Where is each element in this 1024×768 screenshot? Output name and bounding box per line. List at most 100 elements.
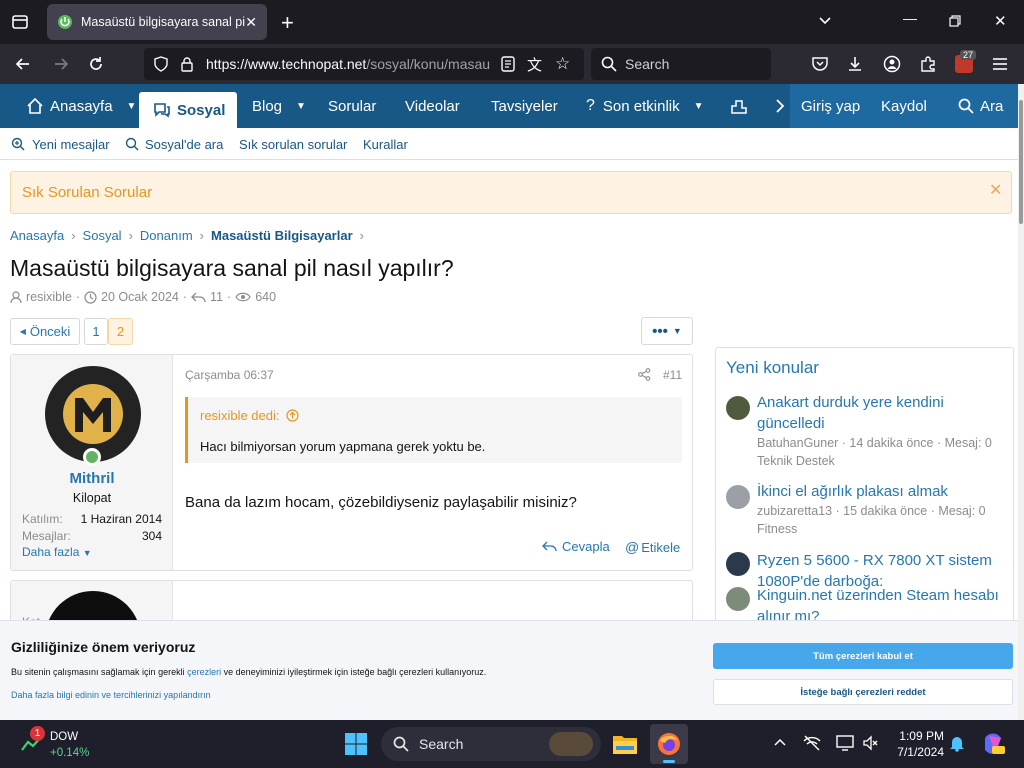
account-icon[interactable] xyxy=(883,55,901,73)
breadcrumb-home[interactable]: Anasayfa xyxy=(10,228,64,243)
chevron-down-icon[interactable]: ▼ xyxy=(296,101,306,112)
avatar[interactable] xyxy=(726,485,750,509)
volume-muted-icon[interactable] xyxy=(862,735,878,751)
thread-author[interactable]: resixible xyxy=(26,290,72,304)
share-icon[interactable] xyxy=(638,368,651,381)
taskbar-search[interactable]: Search xyxy=(381,727,601,761)
page-title: Masaüstü bilgisayara sanal pil nasıl yap… xyxy=(10,255,454,281)
back-arrow-icon[interactable] xyxy=(14,55,32,73)
taskbar-firefox-active[interactable] xyxy=(650,724,688,764)
faq-link[interactable]: Sık sorulan sorular xyxy=(239,128,347,160)
browser-search-box[interactable]: Search xyxy=(591,48,771,80)
eye-icon xyxy=(235,291,251,303)
network-icon[interactable] xyxy=(803,735,821,751)
tab-close-icon[interactable]: ✕ xyxy=(245,14,257,31)
register-link[interactable]: Kaydol xyxy=(881,84,927,128)
stock-ticker[interactable]: DOW +0.14% xyxy=(50,729,89,761)
breadcrumb-social[interactable]: Sosyal xyxy=(83,228,122,243)
restore-icon[interactable] xyxy=(949,15,961,27)
nav-partial-item[interactable] xyxy=(730,84,748,128)
cookie-title: Gizliliğinize önem veriyoruz xyxy=(11,639,196,655)
page-1-button[interactable]: 1 xyxy=(84,318,108,345)
download-icon[interactable] xyxy=(846,55,864,73)
browser-tab-active[interactable]: Masaüstü bilgisayara sanal pil na ✕ xyxy=(47,4,267,40)
scrollbar-thumb[interactable] xyxy=(1019,100,1023,224)
reader-view-icon[interactable] xyxy=(501,56,515,72)
minimize-icon[interactable]: — xyxy=(903,10,917,26)
tag-user-button[interactable]: @ Etikele xyxy=(625,539,680,555)
login-link[interactable]: Giriş yap xyxy=(801,84,860,128)
user-more-toggle[interactable]: Daha fazla ▼ xyxy=(22,545,92,559)
chevron-right-icon: › xyxy=(199,228,205,243)
sidebar-title[interactable]: Yeni konular xyxy=(726,358,819,378)
chevron-down-icon[interactable]: ▼ xyxy=(694,101,704,112)
cookie-link[interactable]: çerezleri xyxy=(187,667,221,677)
post-date[interactable]: Çarşamba 06:37 xyxy=(185,368,274,382)
search-social-link[interactable]: Sosyal'de ara xyxy=(125,128,223,160)
nav-home-label: Anasayfa xyxy=(50,97,113,115)
breadcrumb-hardware[interactable]: Donanım xyxy=(140,228,193,243)
chevron-up-icon[interactable] xyxy=(774,737,786,747)
ticker-badge: 1 xyxy=(30,726,45,741)
thread-tools-menu[interactable]: ••• ▼ xyxy=(641,317,693,345)
nav-search[interactable]: Ara xyxy=(958,84,1003,128)
sidebar-item-forum[interactable]: Teknik Destek xyxy=(757,452,835,470)
forward-arrow-icon[interactable] xyxy=(52,55,70,73)
file-explorer-icon[interactable] xyxy=(612,732,638,756)
bookmark-star-icon[interactable]: ☆ xyxy=(555,54,570,74)
lock-icon[interactable] xyxy=(180,56,194,72)
sidebar-item-forum[interactable]: Fitness xyxy=(757,520,797,538)
url-bar[interactable]: https://www.technopat.net/sosyal/konu/ma… xyxy=(144,48,584,80)
system-clock[interactable]: 1:09 PM 7/1/2024 xyxy=(884,728,944,760)
cookie-preferences-link[interactable]: Daha fazla bilgi edinin ve tercihleriniz… xyxy=(11,690,211,700)
nav-social[interactable]: Sosyal xyxy=(139,92,237,128)
nav-questions[interactable]: Sorular xyxy=(328,84,376,128)
post-username[interactable]: Mithril xyxy=(11,470,173,487)
reject-cookies-button[interactable]: İsteğe bağlı çerezleri reddet xyxy=(713,679,1013,705)
avatar[interactable] xyxy=(726,396,750,420)
user-title: Kilopat xyxy=(72,491,112,505)
windows-start-icon[interactable] xyxy=(344,732,368,756)
nav-recent-activity[interactable]: ? Son etkinlik ▼ xyxy=(586,84,704,128)
reload-icon[interactable] xyxy=(87,55,105,73)
new-tab-icon[interactable]: + xyxy=(281,10,294,36)
close-icon[interactable]: ✕ xyxy=(989,180,1002,200)
nav-home[interactable]: Anasayfa ▼ xyxy=(26,84,136,128)
extensions-puzzle-icon[interactable] xyxy=(919,55,937,73)
nav-blog[interactable]: Blog ▼ xyxy=(252,84,306,128)
rules-link[interactable]: Kurallar xyxy=(363,128,408,160)
chevron-down-icon: ▼ xyxy=(82,548,92,558)
user-more-label: Daha fazla xyxy=(22,545,80,559)
sidebar-item-title[interactable]: Anakart durduk yere kendini güncelledi xyxy=(757,392,1008,434)
page-2-button[interactable]: 2 xyxy=(108,318,133,345)
accept-cookies-button[interactable]: Tüm çerezleri kabul et xyxy=(713,643,1013,669)
tab-list-icon[interactable] xyxy=(10,12,30,32)
thread-date[interactable]: 20 Ocak 2024 xyxy=(101,290,179,304)
close-window-icon[interactable]: ✕ xyxy=(994,12,1007,30)
copilot-icon[interactable] xyxy=(981,732,1005,756)
quote-header[interactable]: resixible dedi: xyxy=(200,408,299,423)
pocket-icon[interactable] xyxy=(811,55,829,73)
reply-button[interactable]: Cevapla xyxy=(542,539,610,554)
nav-recommendations[interactable]: Tavsiyeler xyxy=(491,84,558,128)
shield-icon[interactable] xyxy=(153,56,169,72)
sidebar-item-title[interactable]: İkinci el ağırlık plakası almak xyxy=(757,481,948,502)
nav-videos[interactable]: Videolar xyxy=(405,84,460,128)
meta-separator: · xyxy=(75,290,81,304)
post-number[interactable]: #11 xyxy=(663,368,682,382)
meta-separator: · xyxy=(227,290,232,304)
notification-bell-icon[interactable] xyxy=(949,734,965,752)
avatar[interactable] xyxy=(726,552,750,576)
translate-icon[interactable]: 文 xyxy=(527,54,542,75)
hamburger-menu-icon[interactable] xyxy=(992,56,1008,72)
chevron-down-icon[interactable]: ▼ xyxy=(127,101,137,112)
ticker-name: DOW xyxy=(50,731,79,743)
nav-scroll-right-icon[interactable] xyxy=(774,84,786,128)
new-messages-link[interactable]: Yeni mesajlar xyxy=(11,128,110,160)
display-icon[interactable] xyxy=(836,735,854,751)
faq-notice[interactable]: Sık Sorulan Sorular xyxy=(10,171,1012,214)
tab-overflow-chevron-icon[interactable] xyxy=(818,14,832,28)
avatar[interactable] xyxy=(726,587,750,611)
breadcrumb-desktops[interactable]: Masaüstü Bilgisayarlar xyxy=(211,228,353,243)
prev-page-button[interactable]: ◀ Önceki xyxy=(10,318,80,345)
